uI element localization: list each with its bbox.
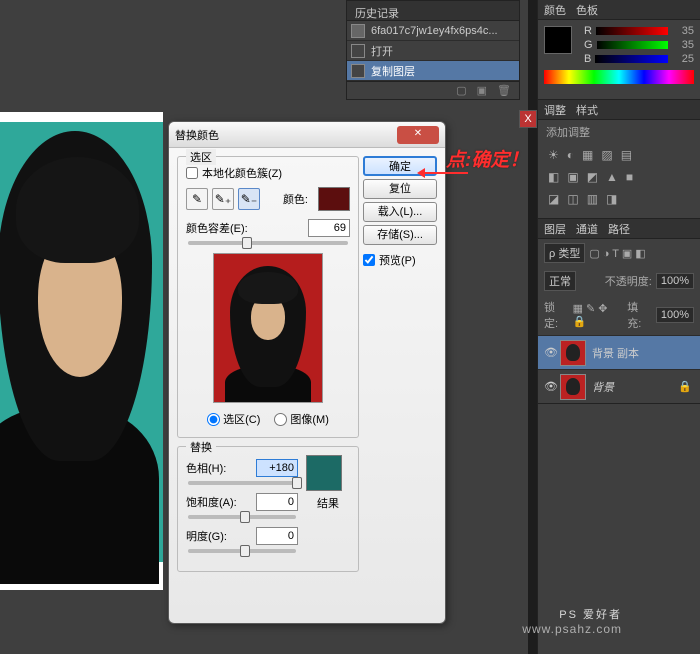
blend-mode[interactable]: 正常	[544, 271, 576, 291]
trash-icon[interactable]: 🗑	[497, 84, 511, 97]
camera-icon[interactable]: ▣	[477, 84, 487, 97]
saturation-input[interactable]	[256, 493, 298, 511]
history-source[interactable]: 6fa017c7jw1ey4fx6ps4c...	[347, 21, 519, 41]
layer-bg-copy[interactable]: 👁 背景 副本	[538, 335, 700, 369]
eyedropper-icon[interactable]: ✎	[186, 188, 208, 210]
load-button[interactable]: 载入(L)...	[363, 202, 437, 222]
history-step-duplicate[interactable]: 复制图层	[347, 61, 519, 81]
watermark: PS 爱好者 www.psahz.com	[522, 608, 622, 638]
portrait-image	[0, 122, 163, 562]
document-canvas[interactable]	[0, 112, 163, 590]
eyedropper-add-icon[interactable]: ✎₊	[212, 188, 234, 210]
history-tab[interactable]: 历史记录	[347, 1, 519, 21]
reset-button[interactable]: 复位	[363, 179, 437, 199]
dialog-title: 替换颜色	[175, 127, 397, 143]
color-panel: 颜色 色板 R35 G35 B25	[538, 0, 700, 100]
adj-icon[interactable]: ◩	[587, 170, 598, 184]
adj-icon[interactable]: ▨	[601, 148, 612, 162]
opacity-field[interactable]: 100%	[656, 273, 694, 289]
sampled-color-swatch[interactable]	[318, 187, 350, 211]
foreground-swatch[interactable]	[544, 26, 572, 54]
adj-icon[interactable]: ▦	[582, 148, 593, 162]
tab-adjustments[interactable]: 调整	[544, 102, 566, 118]
adj-icon[interactable]: ◐	[567, 148, 574, 162]
fuzziness-input[interactable]	[308, 219, 350, 237]
adj-icon[interactable]: ▥	[587, 192, 598, 206]
saturation-slider[interactable]	[188, 515, 296, 519]
lock-icon: 🔒	[678, 380, 692, 393]
lightness-slider[interactable]	[188, 549, 296, 553]
right-panels: 颜色 色板 R35 G35 B25 调整 样式 添加调整 ☀ ◐ ▦ ▨ ▤ ◧ ▣ ◩ ▲ ■…	[537, 0, 700, 654]
adj-icon[interactable]: ▲	[606, 170, 618, 184]
g-slider[interactable]	[597, 41, 668, 49]
layer-bg[interactable]: 👁 背景 🔒	[538, 369, 700, 403]
tab-color[interactable]: 颜色	[544, 2, 566, 18]
adj-icon[interactable]: ▤	[621, 148, 632, 162]
visibility-icon[interactable]: 👁	[542, 346, 560, 359]
result-swatch[interactable]	[306, 455, 342, 491]
adj-icon[interactable]: ■	[626, 170, 633, 184]
adj-icon[interactable]: ◨	[606, 192, 617, 206]
layer-kind[interactable]: ρ 类型	[544, 243, 585, 263]
eyedropper-sub-icon[interactable]: ✎₋	[238, 188, 260, 210]
lightness-input[interactable]	[256, 527, 298, 545]
history-step-open[interactable]: 打开	[347, 41, 519, 61]
adj-icon[interactable]: ◪	[548, 192, 559, 206]
fuzziness-slider[interactable]	[188, 241, 348, 245]
annotation-arrow	[420, 172, 468, 174]
history-footer: ▢ ▣ 🗑	[347, 81, 519, 99]
hue-input[interactable]	[256, 459, 298, 477]
annotation-text: 点:确定！	[446, 145, 528, 172]
tab-channels[interactable]: 通道	[576, 221, 598, 237]
b-slider[interactable]	[595, 55, 668, 63]
adj-icon[interactable]: ☀	[548, 148, 559, 162]
adj-icon[interactable]: ▣	[567, 170, 578, 184]
tab-swatches[interactable]: 色板	[576, 2, 598, 18]
radio-selection[interactable]: 选区(C)	[207, 411, 260, 427]
dock-close-icon[interactable]: X	[519, 110, 537, 128]
adj-icon[interactable]: ◫	[567, 192, 578, 206]
r-slider[interactable]	[596, 27, 668, 35]
tab-styles[interactable]: 样式	[576, 102, 598, 118]
visibility-icon[interactable]: 👁	[542, 380, 560, 393]
snapshot-icon[interactable]: ▢	[456, 84, 466, 97]
selection-group: 选区 本地化颜色簇(Z) ✎ ✎₊ ✎₋ 颜色: 颜色容差(E): 选区(C) …	[177, 156, 359, 438]
preview-checkbox[interactable]: 预览(P)	[363, 252, 437, 268]
add-adjustment-label: 添加调整	[538, 120, 700, 144]
replace-group: 替换 色相(H): 饱和度(A): 明度(G): 结果	[177, 446, 359, 572]
hue-slider[interactable]	[188, 481, 296, 485]
fill-field[interactable]: 100%	[656, 307, 694, 323]
replace-color-dialog: 替换颜色 ✕ 选区 本地化颜色簇(Z) ✎ ✎₊ ✎₋ 颜色: 颜色容差(E):	[168, 121, 446, 624]
dialog-titlebar[interactable]: 替换颜色 ✕	[169, 122, 445, 148]
result-label: 结果	[306, 495, 350, 511]
layers-panel: 图层 通道 路径 ρ 类型 ▢ ◑ T ▣ ◧ 正常 不透明度: 100% 锁定…	[538, 219, 700, 404]
adjustments-panel: 调整 样式 添加调整 ☀ ◐ ▦ ▨ ▤ ◧ ▣ ◩ ▲ ■ ◪ ◫ ▥ ◨	[538, 100, 700, 219]
adj-icon[interactable]: ◧	[548, 170, 559, 184]
spectrum-bar[interactable]	[544, 70, 694, 84]
save-button[interactable]: 存储(S)...	[363, 225, 437, 245]
tab-paths[interactable]: 路径	[608, 221, 630, 237]
history-panel: 历史记录 6fa017c7jw1ey4fx6ps4c... 打开 复制图层 ▢ …	[346, 0, 520, 100]
radio-image[interactable]: 图像(M)	[274, 411, 329, 427]
localize-checkbox[interactable]: 本地化颜色簇(Z)	[186, 165, 350, 181]
close-icon[interactable]: ✕	[397, 126, 439, 144]
preview-thumbnail[interactable]	[213, 253, 323, 403]
tab-layers[interactable]: 图层	[544, 221, 566, 237]
